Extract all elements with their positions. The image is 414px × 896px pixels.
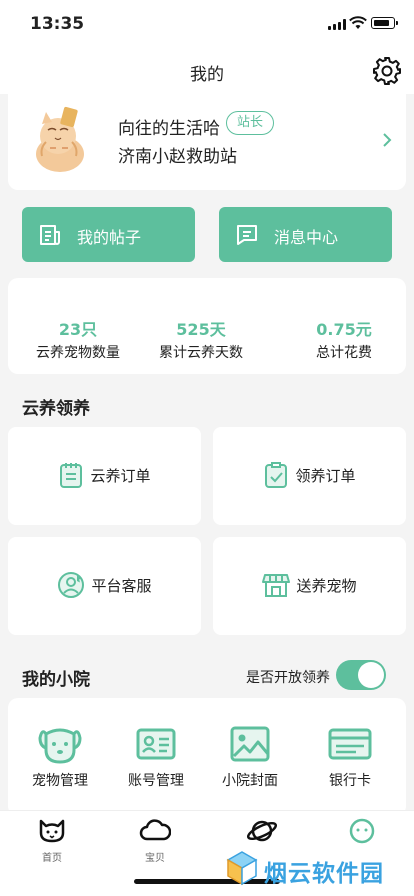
bank-card-label: 银行卡 [329, 773, 371, 789]
stat-cost: 0.75元 总计花费 [304, 316, 384, 362]
stats-card: 23只 云养宠物数量 525天 累计云养天数 0.75元 总计花费 [8, 278, 406, 374]
cat-face-icon [39, 819, 65, 843]
planet-icon [246, 820, 278, 842]
pet-management-label: 宠物管理 [32, 773, 88, 789]
profile-org: 济南小赵救助站 [118, 147, 237, 167]
bank-card-icon [328, 728, 372, 760]
customer-service-label: 平台客服 [91, 576, 152, 595]
nav-bar: 我的 [0, 50, 414, 94]
store-icon [262, 574, 291, 597]
avatar [36, 106, 84, 172]
page-title: 我的 [190, 65, 224, 85]
id-card-icon [136, 728, 176, 760]
smiley-icon [349, 818, 375, 844]
tab-home-label: 首页 [42, 853, 62, 864]
wifi-icon [349, 16, 367, 29]
battery-icon [371, 17, 398, 29]
account-management-item[interactable]: 账号管理 [111, 724, 201, 790]
my-posts-button[interactable]: 我的帖子 [22, 207, 195, 262]
dog-face-icon [38, 728, 82, 764]
status-bar: 13:35 [0, 0, 414, 50]
watermark: 烟云软件园 [222, 848, 414, 892]
stat-value: 23只 [58, 320, 98, 339]
tab-explore[interactable] [232, 817, 292, 851]
tab-mine[interactable] [332, 817, 392, 851]
toggle-knob [358, 662, 384, 688]
stat-label: 云养宠物数量 [36, 345, 120, 361]
cloud-orders-label: 云养订单 [90, 466, 151, 485]
pet-management-item[interactable]: 宠物管理 [15, 724, 105, 790]
watermark-text: 烟云软件园 [264, 861, 384, 887]
yard-card: 宠物管理 账号管理 小院封面 银行卡 [8, 698, 406, 816]
adoption-section-title: 云养领养 [22, 399, 90, 419]
rehome-pet-card[interactable]: 送养宠物 [213, 537, 406, 635]
clipboard-check-icon [265, 462, 288, 488]
clipboard-list-icon [60, 463, 83, 488]
stat-days: 525天 累计云养天数 [146, 316, 256, 362]
signal-icon [328, 19, 346, 30]
profile-card[interactable]: 向往的生活哈 站长 济南小赵救助站 [8, 94, 406, 190]
yard-cover-item[interactable]: 小院封面 [205, 724, 295, 790]
adoption-orders-card[interactable]: 领养订单 [213, 427, 406, 525]
adoption-orders-label: 领养订单 [295, 466, 356, 485]
image-icon [230, 726, 270, 762]
role-badge: 站长 [226, 111, 275, 135]
message-icon [237, 225, 257, 245]
my-posts-label: 我的帖子 [77, 228, 142, 247]
account-management-label: 账号管理 [128, 773, 184, 789]
customer-service-icon [58, 572, 85, 598]
stat-label: 累计云养天数 [159, 345, 243, 361]
document-icon [40, 225, 60, 245]
yard-cover-label: 小院封面 [222, 773, 278, 789]
yard-section-title: 我的小院 [22, 670, 90, 690]
tab-home[interactable]: 首页 [22, 817, 82, 864]
stat-pet-count: 23只 云养宠物数量 [28, 316, 128, 362]
tab-pets[interactable]: 宝贝 [125, 817, 185, 864]
rehome-pet-label: 送养宠物 [296, 576, 357, 595]
status-time: 13:35 [30, 14, 85, 34]
stat-label: 总计花费 [316, 345, 372, 361]
bank-card-item[interactable]: 银行卡 [305, 724, 395, 790]
message-center-button[interactable]: 消息中心 [219, 207, 392, 262]
cloud-orders-card[interactable]: 云养订单 [8, 427, 201, 525]
chevron-right-icon [382, 132, 392, 153]
cloud-icon [139, 819, 172, 841]
tab-pets-label: 宝贝 [145, 853, 165, 864]
settings-gear-icon[interactable] [372, 56, 402, 86]
open-adoption-label: 是否开放领养 [246, 670, 330, 686]
open-adoption-toggle[interactable] [336, 660, 386, 690]
stat-value: 0.75元 [316, 320, 372, 339]
cube-logo-icon [226, 851, 258, 886]
stat-value: 525天 [176, 320, 226, 339]
customer-service-card[interactable]: 平台客服 [8, 537, 201, 635]
message-center-label: 消息中心 [274, 228, 339, 247]
profile-name: 向往的生活哈 [118, 119, 220, 139]
